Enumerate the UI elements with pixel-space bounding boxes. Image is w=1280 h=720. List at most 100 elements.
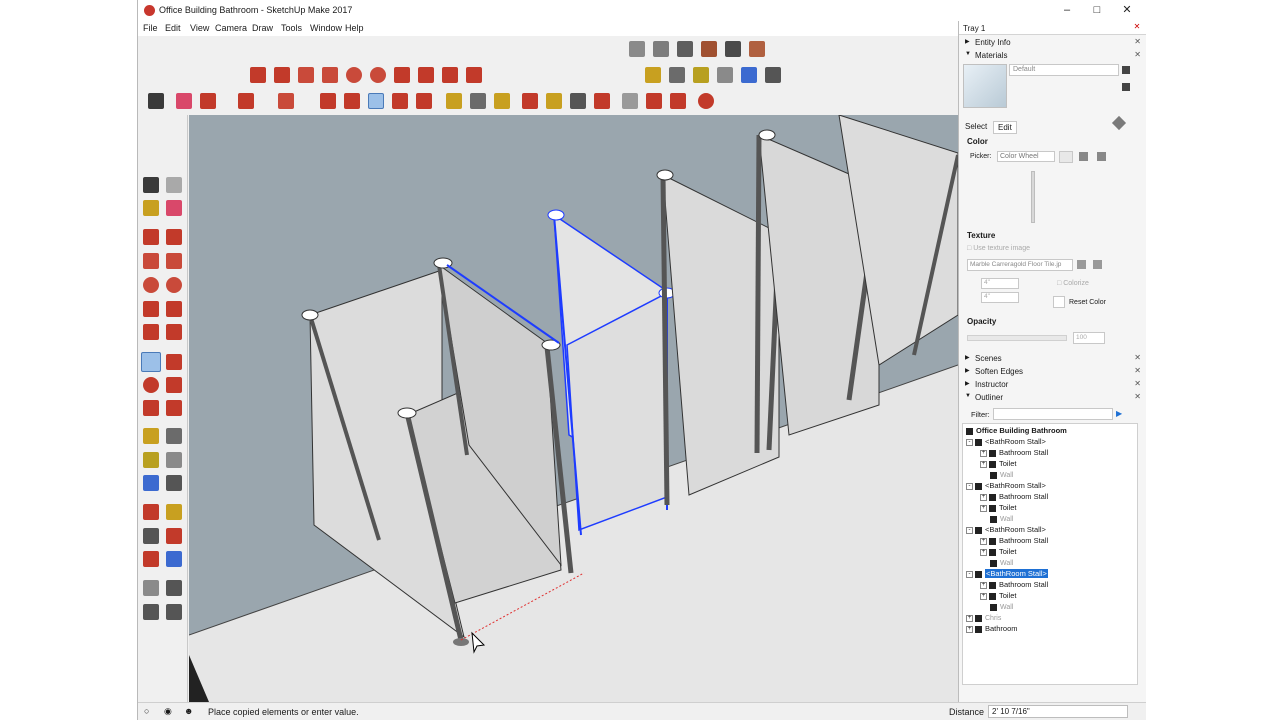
outliner-filter-input[interactable] <box>993 408 1113 420</box>
picker-select[interactable]: Color Wheel <box>997 151 1055 162</box>
freehand-icon[interactable] <box>274 67 290 83</box>
outliner-group-selected[interactable]: - <BathRoom Stall> <box>966 569 1048 580</box>
expand-icon[interactable]: + <box>980 460 987 468</box>
3d-text-tool-icon[interactable] <box>166 475 182 491</box>
push-pull-icon[interactable] <box>320 93 336 109</box>
credits-icon[interactable]: ◉ <box>164 706 172 717</box>
user-icon[interactable]: ☻ <box>184 706 193 716</box>
scale-icon[interactable] <box>416 93 432 109</box>
panel-scenes[interactable]: ▶ Scenes ✕ <box>962 353 1142 365</box>
text-tool-left-icon[interactable] <box>166 452 182 468</box>
menu-tools[interactable]: Tools <box>281 23 302 33</box>
paint-bucket-icon[interactable] <box>494 93 510 109</box>
pie-icon[interactable] <box>466 67 482 83</box>
eraser-tool-icon[interactable] <box>166 200 182 216</box>
expand-icon[interactable]: + <box>980 581 987 589</box>
move-tool-active-icon[interactable] <box>141 352 161 372</box>
texture-height-field[interactable]: 4" <box>981 292 1019 303</box>
panel-entity-info[interactable]: ▶ Entity Info ✕ <box>962 37 1142 49</box>
arc-icon[interactable] <box>394 67 410 83</box>
zoom-window-icon[interactable] <box>166 528 182 544</box>
outliner-root[interactable]: Office Building Bathroom <box>966 426 1067 437</box>
outliner-group[interactable]: - <BathRoom Stall> <box>966 525 1046 536</box>
orbit-tool-icon[interactable] <box>143 504 159 520</box>
panel-outliner[interactable]: ▼ Outliner ✕ <box>962 392 1142 404</box>
maximize-button[interactable]: □ <box>1082 2 1112 19</box>
move-icon[interactable] <box>344 93 360 109</box>
push-pull-tool-icon[interactable] <box>166 354 182 370</box>
two-point-arc-icon[interactable] <box>418 67 434 83</box>
measurements-input[interactable]: 2' 10 7/16" <box>988 705 1128 718</box>
colorize-checkbox[interactable]: □ Colorize <box>1057 280 1089 287</box>
close-panel-icon[interactable]: ✕ <box>1134 379 1141 388</box>
zoom-extents-tool-icon[interactable] <box>143 551 159 567</box>
expand-icon[interactable]: + <box>980 548 987 556</box>
color-swatch[interactable] <box>1059 151 1073 163</box>
tab-edit[interactable]: Edit <box>993 121 1017 134</box>
polygon-tool-icon[interactable] <box>166 277 182 293</box>
right-view-icon[interactable] <box>701 41 717 57</box>
menu-help[interactable]: Help <box>345 23 364 33</box>
outliner-group[interactable]: - <BathRoom Stall> <box>966 481 1046 492</box>
texture-width-field[interactable]: 4" <box>981 278 1019 289</box>
rotate-tool-icon[interactable] <box>143 377 159 393</box>
circle-icon[interactable] <box>346 67 362 83</box>
expand-icon[interactable]: + <box>980 449 987 457</box>
3d-warehouse-icon[interactable] <box>622 93 638 109</box>
follow-me-icon[interactable] <box>166 377 182 393</box>
line-icon[interactable] <box>250 67 266 83</box>
iso-view-icon[interactable] <box>629 41 645 57</box>
outliner-item[interactable]: + Bathroom Stall <box>980 492 1048 503</box>
arc-left-icon[interactable] <box>143 301 159 317</box>
close-panel-icon[interactable]: ✕ <box>1134 366 1141 375</box>
expand-icon[interactable]: + <box>966 625 973 633</box>
menu-camera[interactable]: Camera <box>215 23 247 33</box>
geo-location-icon[interactable]: ○ <box>144 706 149 716</box>
expand-icon[interactable]: + <box>980 493 987 501</box>
outliner-item[interactable]: + Bathroom Stall <box>980 448 1048 459</box>
material-name-field[interactable]: Default <box>1009 64 1119 76</box>
axes-icon[interactable] <box>741 67 757 83</box>
menu-file[interactable]: File <box>143 23 158 33</box>
menu-window[interactable]: Window <box>310 23 342 33</box>
reset-color-swatch[interactable] <box>1053 296 1065 308</box>
reset-color-button[interactable]: Reset Color <box>1069 299 1106 306</box>
outliner-item[interactable]: + Bathroom Stall <box>980 536 1048 547</box>
use-texture-checkbox[interactable]: □ Use texture image <box>967 245 1030 252</box>
expand-icon[interactable]: + <box>966 614 973 622</box>
position-camera-icon[interactable] <box>143 580 159 596</box>
circle-tool-icon[interactable] <box>143 277 159 293</box>
zoom-extents-icon[interactable] <box>594 93 610 109</box>
rectangle-icon[interactable] <box>298 67 314 83</box>
close-panel-icon[interactable]: ✕ <box>1134 50 1141 59</box>
zoom-icon[interactable] <box>570 93 586 109</box>
match-screen-color-icon[interactable] <box>1097 152 1106 161</box>
minimize-button[interactable]: – <box>1052 2 1082 19</box>
three-point-arc-icon[interactable] <box>442 67 458 83</box>
expand-icon[interactable]: + <box>980 537 987 545</box>
match-color-icon[interactable] <box>1079 152 1088 161</box>
edit-texture-icon[interactable] <box>1093 260 1102 269</box>
protractor-tool-icon[interactable] <box>143 452 159 468</box>
components-icon[interactable] <box>646 93 662 109</box>
menu-draw[interactable]: Draw <box>252 23 273 33</box>
dimension-tool-icon[interactable] <box>166 428 182 444</box>
panel-materials[interactable]: ▼ Materials ✕ <box>962 50 1142 62</box>
outliner-item[interactable]: Wall <box>990 558 1013 569</box>
menu-edit[interactable]: Edit <box>165 23 181 33</box>
top-view-icon[interactable] <box>653 41 669 57</box>
eraser-icon[interactable] <box>176 93 192 109</box>
collapse-icon[interactable]: - <box>966 526 973 534</box>
create-material-icon[interactable] <box>1122 83 1130 91</box>
share-model-icon[interactable] <box>670 93 686 109</box>
outliner-details-icon[interactable]: ▶ <box>1116 409 1122 418</box>
move-active-icon[interactable] <box>368 93 384 109</box>
lock-icon[interactable] <box>1122 66 1130 74</box>
text-tool-icon[interactable] <box>470 93 486 109</box>
tab-select[interactable]: Select <box>965 122 987 131</box>
sample-paint-icon[interactable] <box>1111 115 1127 131</box>
two-point-arc-left-icon[interactable] <box>166 301 182 317</box>
outliner-item[interactable]: + Bathroom Stall <box>980 580 1048 591</box>
offset-icon[interactable] <box>166 400 182 416</box>
panel-soften-edges[interactable]: ▶ Soften Edges ✕ <box>962 366 1142 378</box>
